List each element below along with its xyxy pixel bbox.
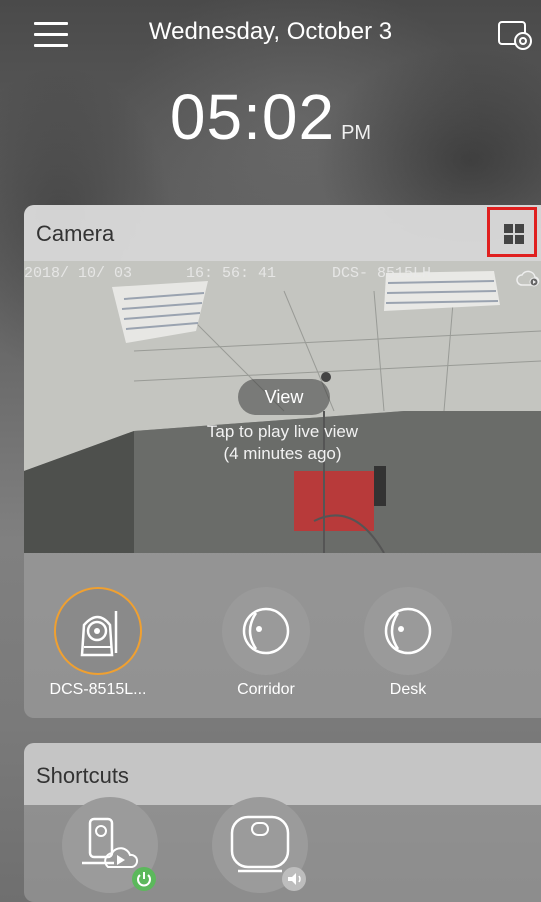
clock-time: 05:02 (169, 81, 336, 153)
settings-gear-icon[interactable] (496, 20, 534, 50)
shortcuts-card: Shortcuts (24, 743, 541, 902)
top-bar: Wednesday, October 3 (0, 0, 541, 70)
camera-live-feed[interactable]: 2018/ 10/ 03 16: 56: 41 DCS- 8515LH View… (24, 261, 541, 553)
grid-layout-icon[interactable] (487, 207, 537, 257)
shortcuts-card-header: Shortcuts (24, 743, 541, 805)
speaker-icon (282, 867, 306, 891)
osd-time: 16: 56: 41 (186, 265, 277, 282)
clock-ampm: PM (341, 122, 372, 144)
tap-hint: Tap to play live view (4 minutes ago) (24, 421, 541, 465)
shortcut-camera-cloud[interactable] (62, 797, 158, 893)
camera-card-title: Camera (36, 221, 115, 246)
cube-camera-icon (222, 587, 310, 675)
view-button[interactable]: View (238, 379, 330, 415)
cube-camera-icon (364, 587, 452, 675)
shortcuts-card-title: Shortcuts (36, 763, 129, 788)
device-list: DCS-8515L... Corridor Desk (24, 587, 541, 707)
camera-card-header: Camera (24, 205, 541, 261)
device-item-corridor[interactable]: Corridor (206, 587, 326, 699)
last-update-text: (4 minutes ago) (223, 444, 342, 463)
device-label: DCS-8515L... (49, 681, 147, 698)
device-label: Corridor (237, 681, 295, 698)
device-item-desk[interactable]: Desk (348, 587, 468, 699)
cloud-play-icon (516, 269, 540, 287)
power-icon (132, 867, 156, 891)
camera-card: Camera 2018/ 10/ 03 16: 56: 41 DCS- 8515… (24, 205, 541, 718)
osd-device: DCS- 8515LH (332, 265, 432, 282)
osd-date: 2018/ 10/ 03 (24, 265, 133, 282)
date-label: Wednesday, October 3 (148, 18, 393, 45)
device-label: Desk (389, 681, 427, 698)
device-item-dcs-8515l[interactable]: DCS-8515L... (38, 587, 158, 699)
shortcut-siren[interactable] (212, 797, 308, 893)
tap-hint-text: Tap to play live view (206, 422, 359, 441)
pan-tilt-camera-icon (54, 587, 142, 675)
clock: 05:02 PM (0, 80, 541, 154)
